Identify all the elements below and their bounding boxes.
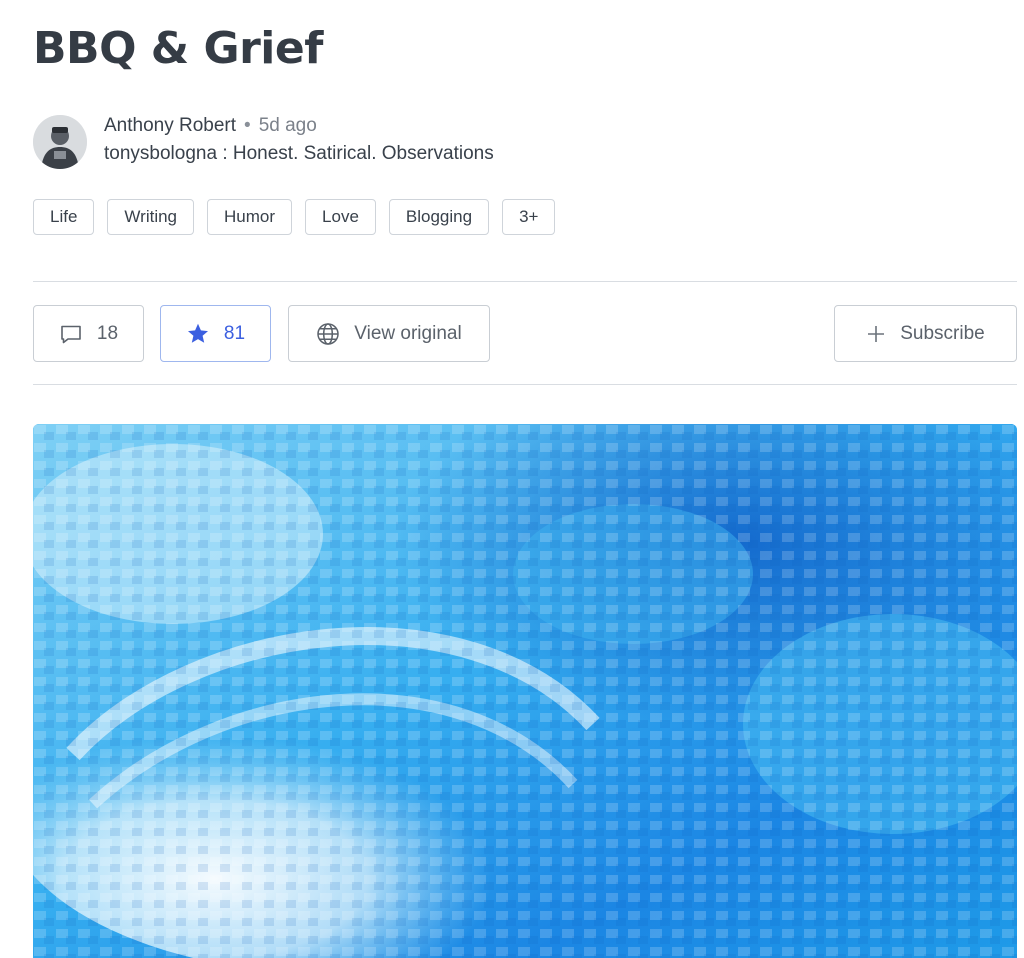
author-name[interactable]: Anthony Robert xyxy=(104,115,236,136)
tag-love[interactable]: Love xyxy=(305,199,376,235)
star-icon xyxy=(186,322,210,346)
tag-list: Life Writing Humor Love Blogging 3+ xyxy=(33,199,556,235)
view-original-label: View original xyxy=(354,322,462,344)
hero-artwork xyxy=(33,424,1017,958)
subscribe-button[interactable]: Subscribe xyxy=(834,305,1017,362)
subscribe-label: Subscribe xyxy=(900,322,985,344)
published-time: 5d ago xyxy=(258,115,317,136)
stars-count: 81 xyxy=(223,322,246,344)
divider-top xyxy=(33,281,1017,282)
author-avatar[interactable] xyxy=(33,115,87,169)
globe-icon xyxy=(316,322,340,346)
article-title: BBQ & Grief xyxy=(33,23,323,74)
star-button[interactable]: 81 xyxy=(160,305,271,362)
publication-name[interactable]: tonysbologna : Honest. Satirical. Observ… xyxy=(104,142,494,166)
tag-more[interactable]: 3+ xyxy=(502,199,556,235)
article-hero-image xyxy=(33,424,1017,958)
comments-count: 18 xyxy=(96,322,119,344)
view-original-button[interactable]: View original xyxy=(288,305,490,362)
comments-button[interactable]: 18 xyxy=(33,305,144,362)
tag-life[interactable]: Life xyxy=(33,199,95,235)
avatar-image xyxy=(33,115,87,169)
author-line: Anthony Robert • 5d ago xyxy=(104,114,317,138)
tag-humor[interactable]: Humor xyxy=(207,199,293,235)
tag-blogging[interactable]: Blogging xyxy=(388,199,490,235)
comment-icon xyxy=(59,322,83,346)
plus-icon xyxy=(866,324,886,344)
action-bar: 18 81 View original Subscribe xyxy=(33,305,1017,362)
meta-separator: • xyxy=(244,115,251,136)
divider-bottom xyxy=(33,384,1017,385)
tag-writing[interactable]: Writing xyxy=(107,199,195,235)
